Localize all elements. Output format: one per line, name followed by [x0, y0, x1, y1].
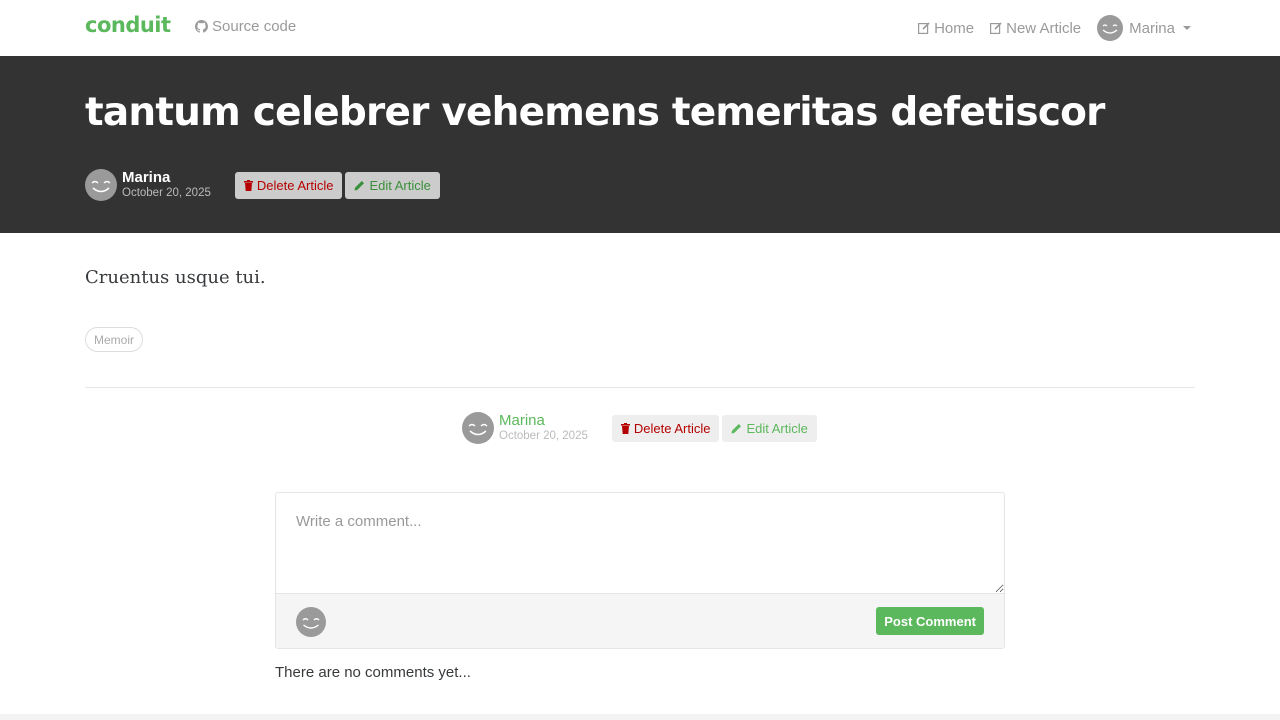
avatar-smiley-icon: [296, 607, 326, 637]
author-info: Marina October 20, 2025: [122, 169, 211, 200]
post-comment-button[interactable]: Post Comment: [876, 607, 984, 635]
comment-form: Post Comment: [275, 492, 1005, 649]
edit-icon: [990, 22, 1002, 34]
divider: [85, 387, 1195, 388]
comment-form-footer: Post Comment: [276, 594, 1004, 648]
caret-down-icon: [1183, 26, 1191, 30]
article-title: tantum celebrer vehemens temeritas defet…: [85, 90, 1105, 135]
edit-article-label: Edit Article: [369, 177, 431, 193]
edit-article-label: Edit Article: [746, 420, 808, 436]
edit-article-button[interactable]: Edit Article: [345, 171, 440, 199]
delete-article-label: Delete Article: [633, 420, 711, 436]
article-body: Cruentus usque tui.: [85, 267, 266, 288]
author-name-link[interactable]: Marina: [499, 412, 588, 430]
avatar-smiley-icon[interactable]: [85, 169, 117, 201]
source-code-label: Source code: [212, 18, 297, 35]
delete-article-button[interactable]: Delete Article: [611, 414, 720, 442]
brand-logo[interactable]: conduit: [85, 13, 171, 37]
author-info: Marina October 20, 2025: [499, 412, 588, 443]
nav-new-article-link[interactable]: New Article: [990, 14, 1081, 42]
source-code-link[interactable]: Source code: [195, 18, 296, 35]
tag-pill[interactable]: Memoir: [85, 327, 144, 352]
footer: [0, 714, 1280, 720]
author-name-link[interactable]: Marina: [122, 169, 211, 187]
navbar: conduit Source code Home New Article Mar…: [0, 0, 1280, 56]
avatar-smiley-icon: [1097, 15, 1124, 41]
nav-home-link[interactable]: Home: [918, 14, 974, 42]
edit-icon: [918, 22, 930, 34]
trash-icon: [620, 422, 630, 434]
delete-article-label: Delete Article: [256, 177, 334, 193]
nav-user-label: Marina: [1129, 19, 1175, 37]
no-comments-message: There are no comments yet...: [275, 664, 471, 681]
article-date: October 20, 2025: [122, 187, 211, 200]
edit-article-button[interactable]: Edit Article: [722, 414, 817, 442]
delete-article-button[interactable]: Delete Article: [234, 171, 343, 199]
nav-new-article-label: New Article: [1006, 19, 1082, 37]
pencil-icon: [731, 423, 742, 433]
avatar-smiley-icon[interactable]: [462, 412, 494, 444]
comment-input[interactable]: [276, 493, 1004, 594]
article-date: October 20, 2025: [499, 430, 588, 443]
pencil-icon: [354, 180, 365, 190]
trash-icon: [243, 179, 253, 191]
article-meta-top: Marina October 20, 2025 Delete Article E…: [85, 168, 443, 202]
nav-links: Home New Article Marina: [918, 14, 1191, 42]
github-icon: [195, 20, 208, 33]
article-meta-bottom: Marina October 20, 2025 Delete Article E…: [462, 411, 820, 445]
article-banner: tantum celebrer vehemens temeritas defet…: [0, 56, 1280, 233]
nav-user-menu[interactable]: Marina: [1097, 14, 1191, 42]
nav-home-label: Home: [934, 19, 975, 37]
